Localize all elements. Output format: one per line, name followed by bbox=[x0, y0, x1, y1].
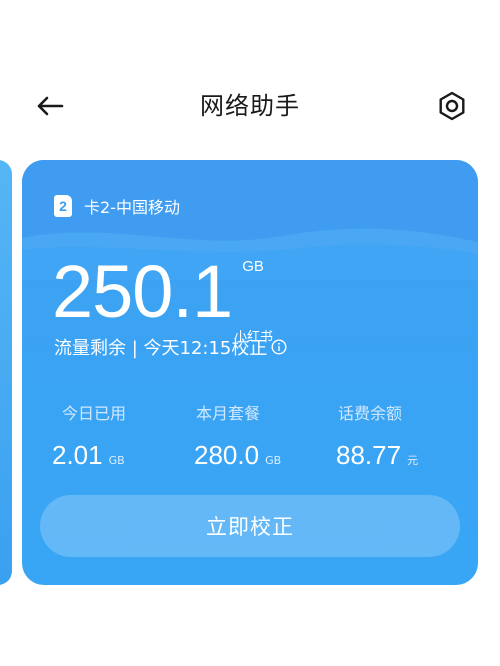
settings-icon bbox=[439, 91, 465, 121]
stat-label: 话费余额 bbox=[338, 404, 403, 423]
stat-unit: GB bbox=[265, 454, 282, 467]
page-title: 网络助手 bbox=[200, 92, 300, 120]
stat-balance: 话费余额 88.77 元 bbox=[336, 400, 418, 471]
usage-stats: 今日已用 2.01 GB 本月套餐 280.0 GB 话费余额 88.77 元 bbox=[22, 400, 478, 470]
stat-value: 280.0 bbox=[194, 440, 260, 470]
remaining-data-value: 250.1 bbox=[52, 250, 233, 333]
sim-card-icon: 2 bbox=[54, 195, 72, 217]
remaining-status-text: 流量剩余 | 今天12:15校正 bbox=[54, 338, 268, 359]
stat-label: 本月套餐 bbox=[196, 404, 261, 423]
remaining-status-row[interactable]: 流量剩余 | 今天12:15校正 bbox=[54, 334, 287, 360]
info-icon[interactable] bbox=[271, 339, 287, 355]
sim-info-row: 2 卡2-中国移动 bbox=[54, 194, 180, 218]
stat-value: 2.01 bbox=[52, 440, 103, 470]
sim-carrier-label: 卡2-中国移动 bbox=[84, 198, 180, 217]
network-assistant-screen: 网络助手 2 卡2-中国移动 250.1 GB 小红书 流量剩余 | 今天12:… bbox=[0, 0, 500, 666]
stat-value: 88.77 bbox=[336, 440, 402, 470]
stat-unit: GB bbox=[108, 454, 125, 467]
settings-button[interactable] bbox=[434, 88, 470, 124]
stat-today-used: 今日已用 2.01 GB bbox=[52, 400, 126, 471]
stat-unit: 元 bbox=[407, 454, 419, 467]
stat-monthly-plan: 本月套餐 280.0 GB bbox=[194, 400, 281, 471]
stat-label: 今日已用 bbox=[62, 404, 127, 423]
calibrate-now-button[interactable]: 立即校正 bbox=[40, 495, 460, 557]
remaining-data-unit: GB bbox=[242, 258, 264, 275]
previous-sim-card-peek[interactable] bbox=[0, 160, 12, 585]
remaining-data: 250.1 GB bbox=[52, 252, 264, 332]
sim-data-card[interactable]: 2 卡2-中国移动 250.1 GB 小红书 流量剩余 | 今天12:15校正 … bbox=[22, 160, 478, 585]
